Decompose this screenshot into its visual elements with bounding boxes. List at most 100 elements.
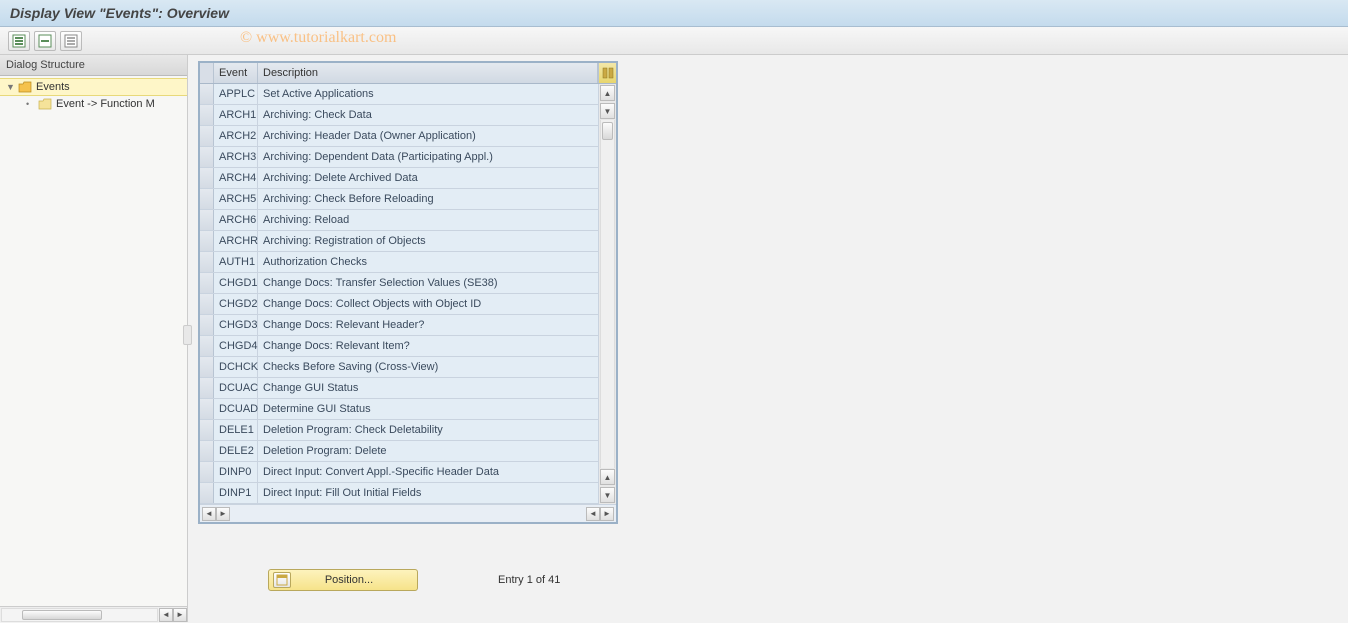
column-header-event[interactable]: Event — [214, 63, 258, 83]
cell-event: AUTH1 — [214, 252, 258, 272]
row-selector[interactable] — [200, 336, 214, 356]
row-selector[interactable] — [200, 126, 214, 146]
table-header-row: Event Description — [200, 63, 616, 84]
cell-description: Set Active Applications — [258, 84, 598, 104]
table-row[interactable]: APPLCSet Active Applications — [200, 84, 598, 105]
row-selector[interactable] — [200, 441, 214, 461]
cell-description: Determine GUI Status — [258, 399, 598, 419]
row-selector[interactable] — [200, 378, 214, 398]
cell-event: DINP1 — [214, 483, 258, 503]
scroll-up-icon[interactable]: ▲ — [600, 85, 615, 101]
table-row[interactable]: DINP1Direct Input: Fill Out Initial Fiel… — [200, 483, 598, 504]
table-row[interactable]: DCHCKChecks Before Saving (Cross-View) — [200, 357, 598, 378]
row-selector[interactable] — [200, 315, 214, 335]
cell-event: CHGD3 — [214, 315, 258, 335]
cell-event: DELE1 — [214, 420, 258, 440]
collapse-all-button[interactable] — [34, 31, 56, 51]
expand-all-button[interactable] — [8, 31, 30, 51]
column-header-description[interactable]: Description — [258, 63, 598, 83]
table-row[interactable]: CHGD3Change Docs: Relevant Header? — [200, 315, 598, 336]
table-row[interactable]: ARCH4Archiving: Delete Archived Data — [200, 168, 598, 189]
row-selector[interactable] — [200, 84, 214, 104]
tree-node-label: Event -> Function M — [56, 98, 155, 110]
table-row[interactable]: ARCHRArchiving: Registration of Objects — [200, 231, 598, 252]
table-row[interactable]: CHGD1Change Docs: Transfer Selection Val… — [200, 273, 598, 294]
cell-description: Archiving: Dependent Data (Participating… — [258, 147, 598, 167]
cell-description: Direct Input: Convert Appl.-Specific Hea… — [258, 462, 598, 482]
row-selector[interactable] — [200, 357, 214, 377]
row-selector[interactable] — [200, 462, 214, 482]
row-selector[interactable] — [200, 420, 214, 440]
footer: Position... Entry 1 of 41 — [198, 569, 618, 591]
row-selector[interactable] — [200, 399, 214, 419]
cell-description: Change Docs: Relevant Header? — [258, 315, 598, 335]
tree-header: Dialog Structure — [0, 55, 187, 76]
scrollbar-thumb[interactable] — [22, 610, 102, 620]
cell-event: CHGD1 — [214, 273, 258, 293]
scrollbar-thumb[interactable] — [602, 122, 613, 140]
row-selector[interactable] — [200, 294, 214, 314]
table-row[interactable]: DCUADDetermine GUI Status — [200, 399, 598, 420]
scrollbar-track[interactable] — [600, 120, 615, 468]
table-settings-button[interactable] — [598, 63, 616, 83]
scroll-right-icon[interactable]: ► — [173, 608, 187, 622]
position-button[interactable]: Position... — [268, 569, 418, 591]
splitter-handle[interactable] — [183, 325, 192, 345]
table-row[interactable]: ARCH6Archiving: Reload — [200, 210, 598, 231]
table-row[interactable]: ARCH3Archiving: Dependent Data (Particip… — [200, 147, 598, 168]
table-row[interactable]: DELE1Deletion Program: Check Deletabilit… — [200, 420, 598, 441]
scroll-right-icon[interactable]: ◄ — [586, 507, 600, 521]
row-selector[interactable] — [200, 231, 214, 251]
row-selector[interactable] — [200, 483, 214, 503]
cell-description: Change Docs: Transfer Selection Values (… — [258, 273, 598, 293]
row-selector[interactable] — [200, 252, 214, 272]
table-row[interactable]: AUTH1Authorization Checks — [200, 252, 598, 273]
row-selector[interactable] — [200, 210, 214, 230]
scroll-left-icon[interactable]: ► — [216, 507, 230, 521]
row-selector[interactable] — [200, 168, 214, 188]
row-selector[interactable] — [200, 189, 214, 209]
row-selector[interactable] — [200, 147, 214, 167]
tree-node-events[interactable]: ▼ Events — [0, 78, 187, 96]
folder-open-icon — [18, 81, 32, 93]
deselect-all-button[interactable] — [60, 31, 82, 51]
events-table: Event Description APPLCSet Active Applic… — [198, 61, 618, 524]
cell-description: Authorization Checks — [258, 252, 598, 272]
cell-description: Checks Before Saving (Cross-View) — [258, 357, 598, 377]
scroll-down-icon[interactable]: ▼ — [600, 487, 615, 503]
table-row[interactable]: ARCH2Archiving: Header Data (Owner Appli… — [200, 126, 598, 147]
cell-description: Change GUI Status — [258, 378, 598, 398]
cell-event: ARCH6 — [214, 210, 258, 230]
cell-description: Change Docs: Collect Objects with Object… — [258, 294, 598, 314]
cell-event: DELE2 — [214, 441, 258, 461]
scroll-left-icon[interactable]: ◄ — [159, 608, 173, 622]
cell-event: APPLC — [214, 84, 258, 104]
row-selector[interactable] — [200, 105, 214, 125]
scroll-step-up-icon[interactable]: ▲ — [600, 469, 615, 485]
table-row[interactable]: DELE2Deletion Program: Delete — [200, 441, 598, 462]
table-row[interactable]: ARCH1Archiving: Check Data — [200, 105, 598, 126]
cell-description: Deletion Program: Delete — [258, 441, 598, 461]
scroll-step-down-icon[interactable]: ▼ — [600, 103, 615, 119]
tree-node-event-function[interactable]: • Event -> Function M — [0, 96, 187, 112]
scroll-last-icon[interactable]: ► — [600, 507, 614, 521]
folder-closed-icon — [38, 98, 52, 110]
cell-description: Archiving: Check Before Reloading — [258, 189, 598, 209]
table-row[interactable]: DCUACChange GUI Status — [200, 378, 598, 399]
cell-event: DINP0 — [214, 462, 258, 482]
table-row[interactable]: ARCH5Archiving: Check Before Reloading — [200, 189, 598, 210]
vertical-scrollbar[interactable]: ▲ ▼ ▲ ▼ — [598, 84, 616, 504]
tree-horizontal-scrollbar[interactable]: ◄ ► — [0, 606, 187, 622]
tree-expand-icon[interactable]: ▼ — [6, 82, 14, 92]
table-horizontal-scrollbar[interactable]: ◄ ► ◄ ► — [200, 504, 616, 522]
select-all-header[interactable] — [200, 63, 214, 83]
row-selector[interactable] — [200, 273, 214, 293]
table-row[interactable]: DINP0Direct Input: Convert Appl.-Specifi… — [200, 462, 598, 483]
scroll-first-icon[interactable]: ◄ — [202, 507, 216, 521]
cell-event: ARCH1 — [214, 105, 258, 125]
toolbar: © www.tutorialkart.com — [0, 27, 1348, 55]
table-row[interactable]: CHGD2Change Docs: Collect Objects with O… — [200, 294, 598, 315]
cell-event: DCUAC — [214, 378, 258, 398]
content-panel: Event Description APPLCSet Active Applic… — [188, 55, 1348, 622]
table-row[interactable]: CHGD4Change Docs: Relevant Item? — [200, 336, 598, 357]
